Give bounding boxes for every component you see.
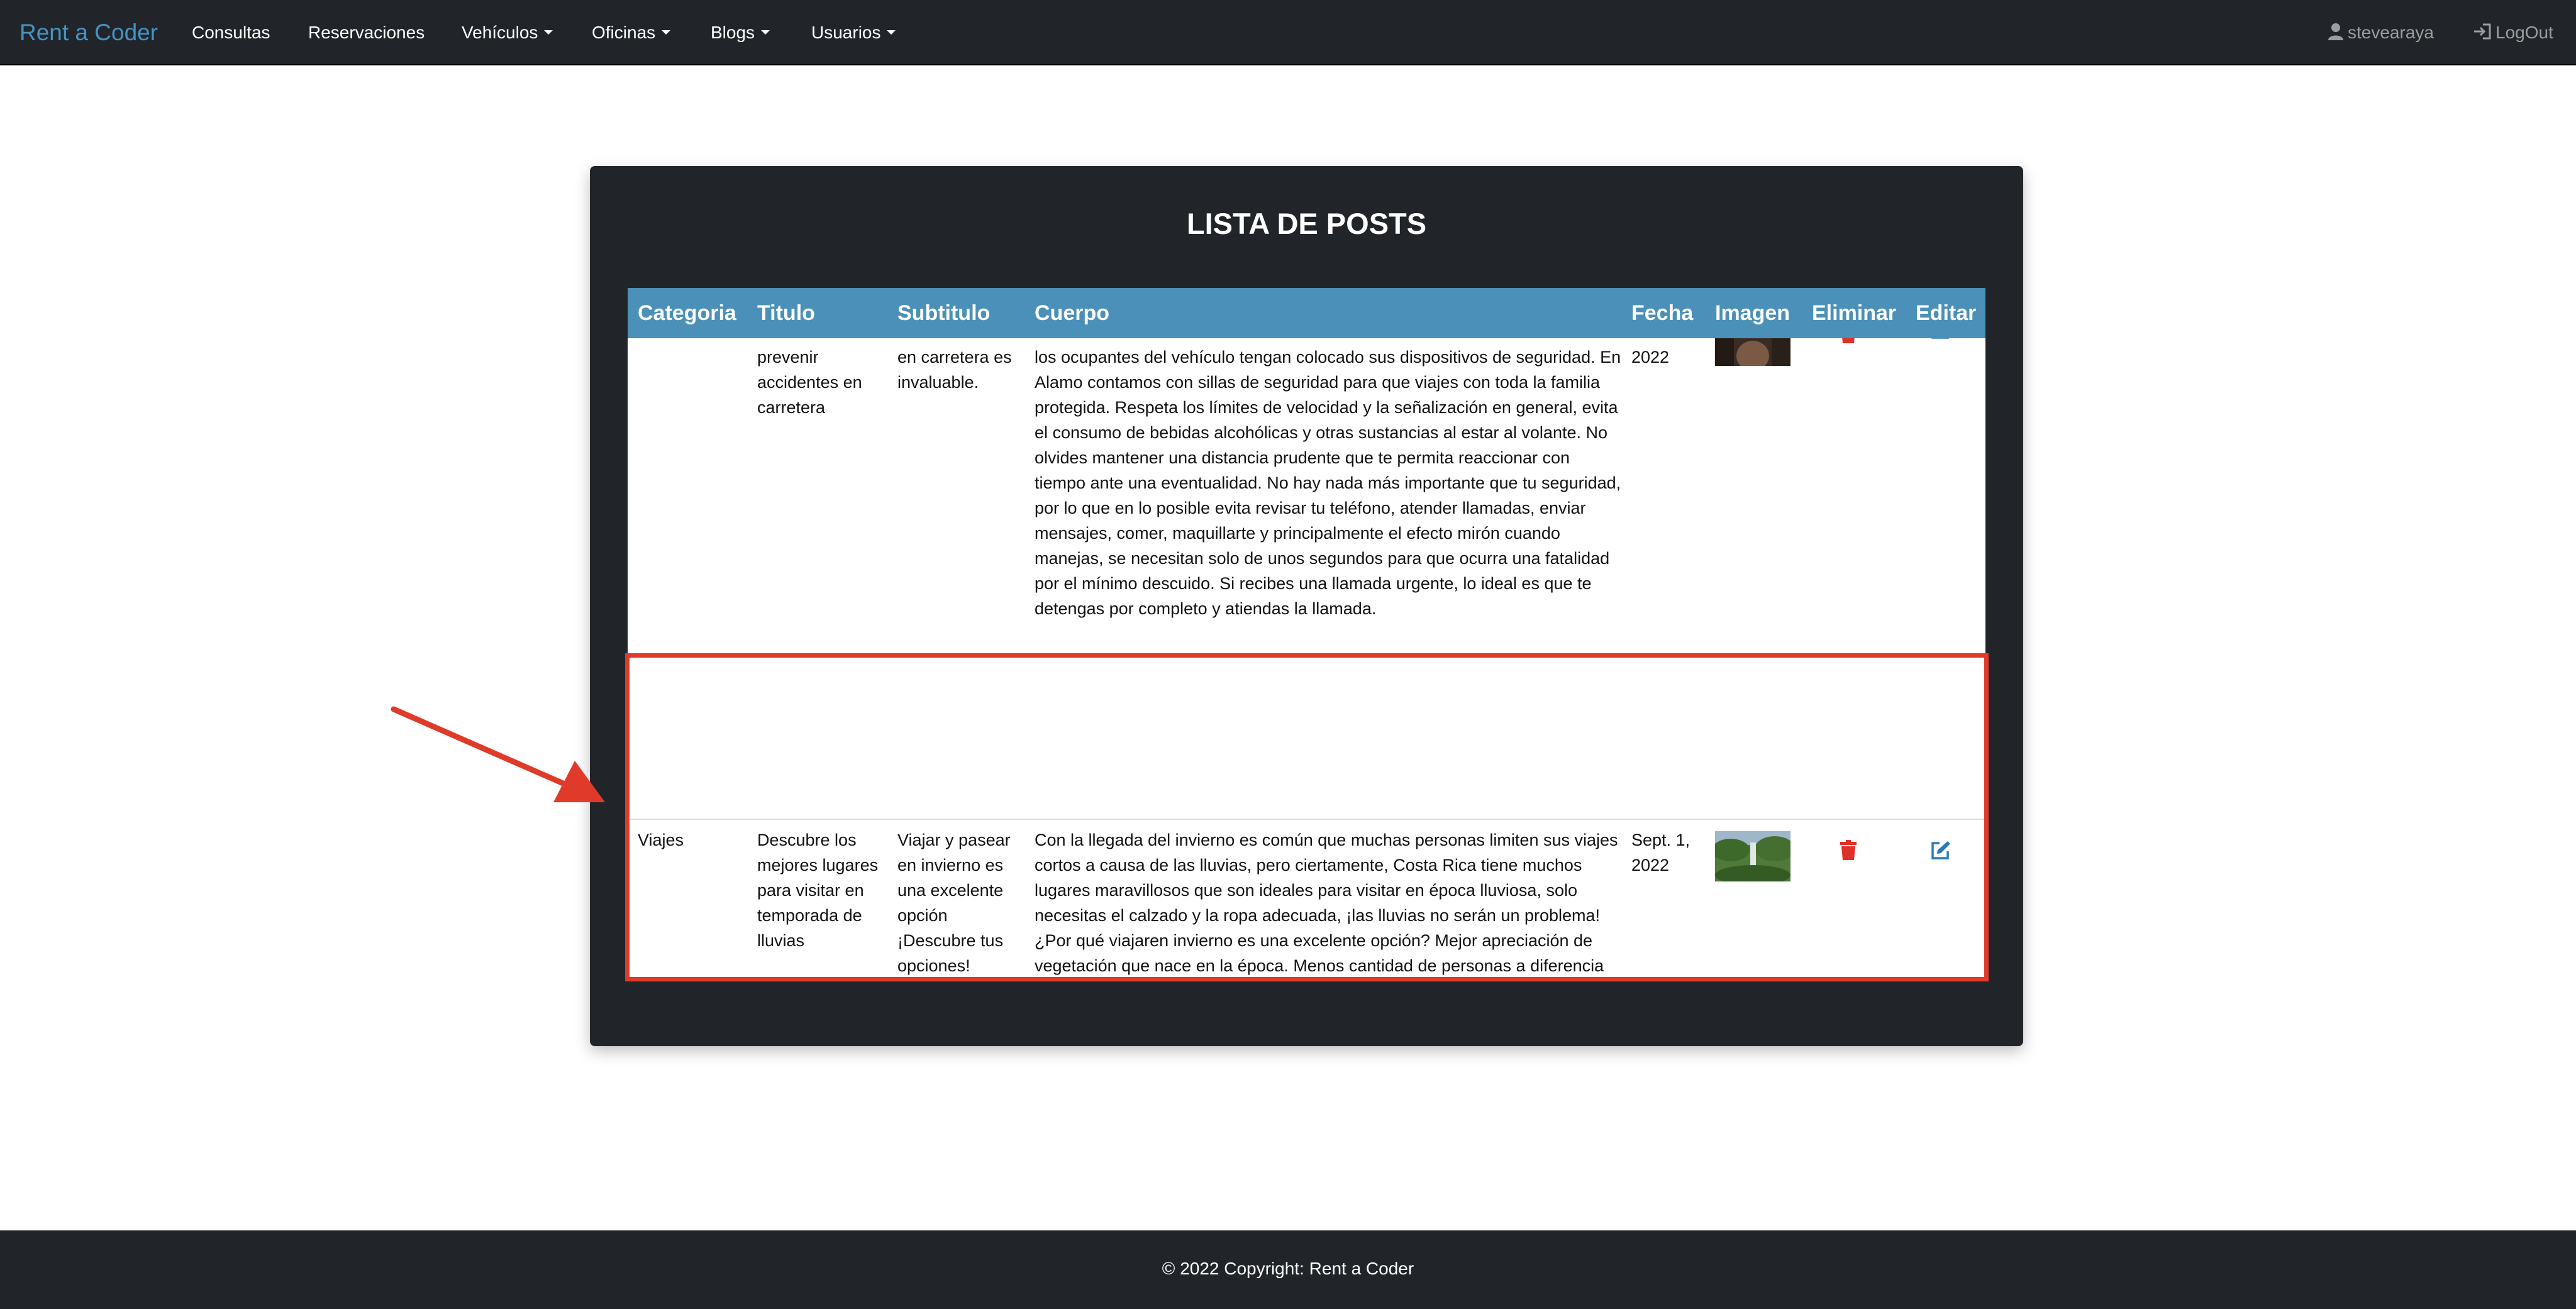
- column-header-cuerpo: Cuerpo: [1035, 301, 1109, 325]
- username-label: stevearaya: [2348, 23, 2434, 42]
- cell-cuerpo: Con la llegada del invierno es común que…: [1035, 831, 1618, 975]
- column-header-categoria: Categoria: [638, 301, 736, 325]
- trash-icon: [1840, 840, 1857, 860]
- cell-fecha: 2022: [1631, 348, 1670, 367]
- cell-subtitulo: en carretera es invaluable.: [897, 348, 1012, 392]
- caret-down-icon: [544, 30, 553, 35]
- thumbnail-image: [1715, 831, 1790, 881]
- column-header-titulo: Titulo: [757, 301, 815, 325]
- posts-panel: LISTA DE POSTS Categoria Titulo Subtitul…: [590, 166, 2023, 1046]
- column-header-eliminar: Eliminar: [1812, 301, 1897, 325]
- posts-table[interactable]: Categoria Titulo Subtitulo Cuerpo Fecha …: [628, 288, 1985, 981]
- cell-subtitulo: Viajar y pasear en invierno es una excel…: [897, 831, 1011, 975]
- cell-categoria: Viajes: [638, 831, 684, 849]
- arrow-annotation-icon: [391, 706, 605, 802]
- footer-copyright: © 2022 Copyright: Rent a Coder: [1162, 1259, 1414, 1278]
- nav-dropdown-blogs[interactable]: Blogs: [711, 21, 770, 45]
- nav-item-label: Consultas: [192, 23, 270, 42]
- logout-label: LogOut: [2496, 23, 2553, 42]
- nav-item-label: Vehículos: [462, 23, 538, 42]
- nav-item-label: Usuarios: [811, 23, 881, 42]
- brand-link[interactable]: Rent a Coder: [19, 19, 158, 46]
- cell-titulo: Descubre los mejores lugares para visita…: [757, 831, 879, 950]
- cell-titulo: prevenir accidentes en carretera: [757, 348, 862, 417]
- user-icon: [2328, 23, 2343, 40]
- caret-down-icon: [662, 30, 671, 35]
- nav-dropdown-usuarios[interactable]: Usuarios: [811, 21, 896, 45]
- nav-dropdown-oficinas[interactable]: Oficinas: [592, 21, 671, 45]
- column-header-editar: Editar: [1916, 301, 1977, 325]
- cell-fecha: Sept. 1, 2022: [1631, 831, 1690, 875]
- log-in-icon: [2474, 23, 2491, 40]
- nav-dropdown-vehiculos[interactable]: Vehículos: [462, 21, 553, 45]
- row-divider: [628, 819, 1985, 820]
- nav-item-label: Blogs: [711, 23, 755, 42]
- nav-item-consultas[interactable]: Consultas: [192, 21, 270, 45]
- delete-button[interactable]: [1840, 840, 1862, 863]
- edit-button[interactable]: [1931, 840, 1952, 863]
- caret-down-icon: [887, 30, 896, 35]
- column-header-imagen: Imagen: [1715, 301, 1790, 325]
- page-title: LISTA DE POSTS: [1186, 207, 1427, 240]
- top-navbar: Rent a Coder Consultas Reservaciones Veh…: [0, 0, 2576, 65]
- nav-item-reservaciones[interactable]: Reservaciones: [308, 21, 425, 45]
- column-header-subtitulo: Subtitulo: [897, 301, 991, 325]
- logout-link[interactable]: LogOut: [2473, 21, 2553, 45]
- nav-item-label: Oficinas: [592, 23, 656, 42]
- nav-item-label: Reservaciones: [308, 23, 425, 42]
- cell-cuerpo: los ocupantes del vehículo tengan coloca…: [1035, 348, 1621, 618]
- post-thumbnail[interactable]: [1715, 831, 1790, 881]
- table-header: Categoria Titulo Subtitulo Cuerpo Fecha …: [628, 288, 1985, 338]
- page-footer: © 2022 Copyright: Rent a Coder: [0, 1230, 2576, 1309]
- column-header-fecha: Fecha: [1631, 301, 1694, 325]
- caret-down-icon: [761, 30, 770, 35]
- edit-icon: [1931, 841, 1950, 859]
- user-menu[interactable]: stevearaya: [2328, 21, 2434, 45]
